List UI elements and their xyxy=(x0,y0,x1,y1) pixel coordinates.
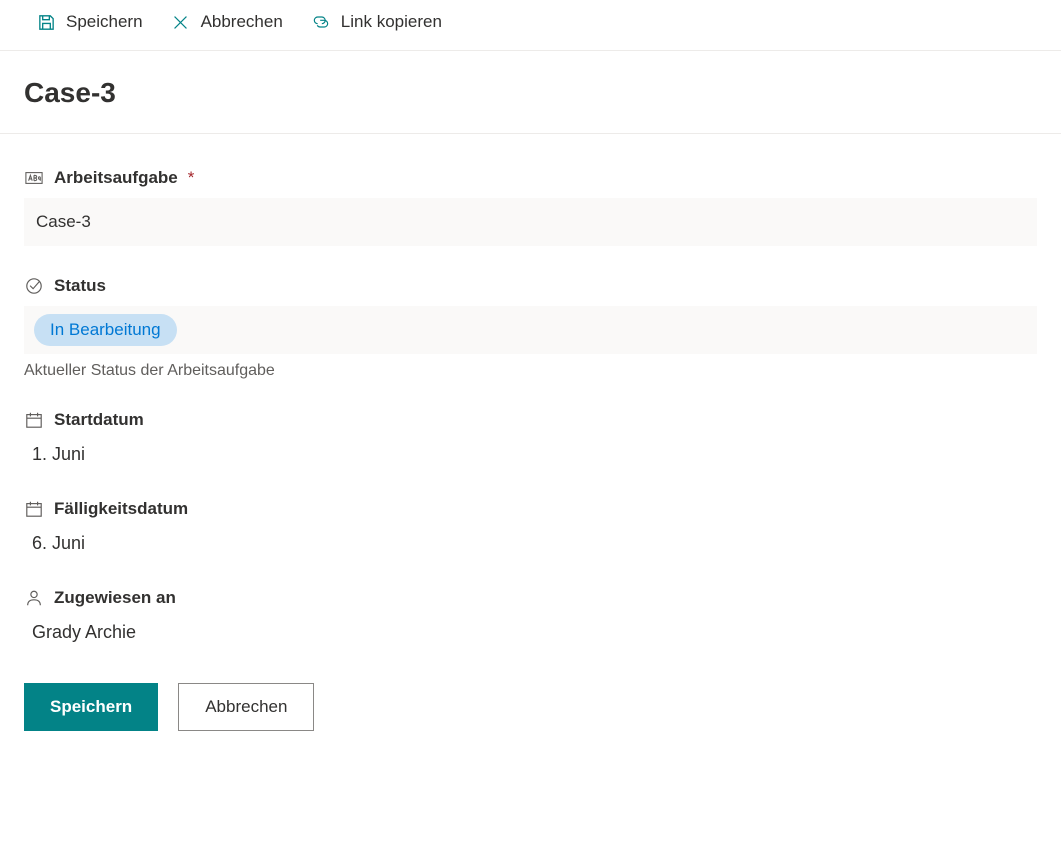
toolbar-cancel-label: Abbrechen xyxy=(201,12,283,32)
work-item-label: Arbeitsaufgabe xyxy=(54,168,178,188)
status-helper: Aktueller Status der Arbeitsaufgabe xyxy=(24,362,1037,380)
status-select[interactable]: In Bearbeitung xyxy=(24,306,1037,354)
start-date-label-row: Startdatum xyxy=(24,410,1037,430)
calendar-icon xyxy=(24,499,44,519)
toolbar: Speichern Abbrechen Link kopieren xyxy=(0,0,1061,51)
status-check-icon xyxy=(24,276,44,296)
toolbar-copy-link-label: Link kopieren xyxy=(341,12,442,32)
content: Case-3 Arbeitsaufgabe * xyxy=(0,77,1061,755)
assigned-to-value[interactable]: Grady Archie xyxy=(24,618,1037,647)
save-button[interactable]: Speichern xyxy=(24,683,158,731)
page-title: Case-3 xyxy=(24,77,1037,109)
status-badge: In Bearbeitung xyxy=(34,314,177,346)
start-date-label: Startdatum xyxy=(54,410,144,430)
status-label: Status xyxy=(54,276,106,296)
work-item-input[interactable] xyxy=(24,198,1037,246)
start-date-field: Startdatum 1. Juni xyxy=(24,410,1037,469)
due-date-label-row: Fälligkeitsdatum xyxy=(24,499,1037,519)
assigned-to-field: Zugewiesen an Grady Archie xyxy=(24,588,1037,647)
start-date-value[interactable]: 1. Juni xyxy=(24,440,1037,469)
link-icon xyxy=(311,12,331,32)
due-date-field: Fälligkeitsdatum 6. Juni xyxy=(24,499,1037,558)
due-date-label: Fälligkeitsdatum xyxy=(54,499,188,519)
toolbar-save-label: Speichern xyxy=(66,12,143,32)
required-mark: * xyxy=(188,168,195,188)
save-icon xyxy=(36,12,56,32)
assigned-to-label-row: Zugewiesen an xyxy=(24,588,1037,608)
status-field: Status In Bearbeitung Aktueller Status d… xyxy=(24,276,1037,380)
toolbar-copy-link-button[interactable]: Link kopieren xyxy=(311,12,442,32)
status-label-row: Status xyxy=(24,276,1037,296)
button-row: Speichern Abbrechen xyxy=(24,683,1037,731)
work-item-field: Arbeitsaufgabe * xyxy=(24,168,1037,246)
due-date-value[interactable]: 6. Juni xyxy=(24,529,1037,558)
person-icon xyxy=(24,588,44,608)
work-item-label-row: Arbeitsaufgabe * xyxy=(24,168,1037,188)
cancel-button[interactable]: Abbrechen xyxy=(178,683,314,731)
close-icon xyxy=(171,12,191,32)
toolbar-cancel-button[interactable]: Abbrechen xyxy=(171,12,283,32)
calendar-icon xyxy=(24,410,44,430)
divider xyxy=(0,133,1061,134)
text-field-icon xyxy=(24,168,44,188)
toolbar-save-button[interactable]: Speichern xyxy=(36,12,143,32)
assigned-to-label: Zugewiesen an xyxy=(54,588,176,608)
